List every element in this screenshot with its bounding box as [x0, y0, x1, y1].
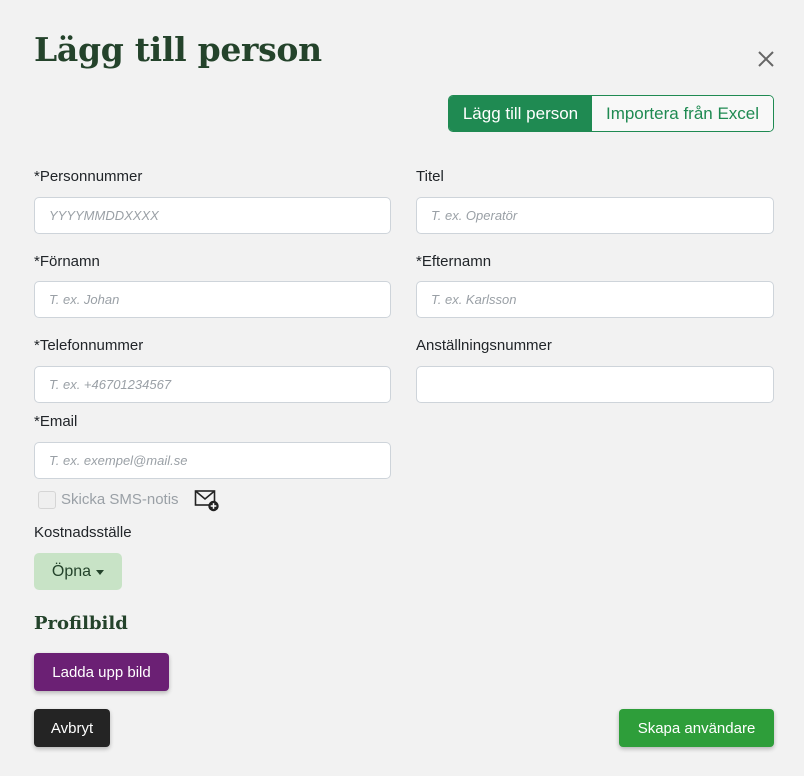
sms-notify-label: Skicka SMS-notis [61, 490, 179, 508]
personnummer-label: *Personnummer [34, 168, 143, 185]
efternamn-input[interactable] [416, 281, 774, 318]
page-title: Lägg till person [34, 30, 322, 69]
dropdown-label: Öpna [51, 562, 92, 580]
kostnadsstalle-dropdown[interactable]: Öpna [34, 553, 122, 590]
personnummer-input[interactable] [34, 197, 391, 234]
create-user-button[interactable]: Skapa användare [619, 709, 774, 747]
fornamn-input[interactable] [34, 281, 391, 318]
anstallningsnummer-input[interactable] [416, 366, 774, 403]
mode-toggle: Lägg till person Importera från Excel [448, 95, 774, 132]
titel-input[interactable] [416, 197, 774, 234]
telefon-label: *Telefonnummer [34, 337, 144, 354]
upload-image-button[interactable]: Ladda upp bild [34, 653, 169, 691]
cancel-button[interactable]: Avbryt [34, 709, 110, 747]
telefon-input[interactable] [34, 366, 391, 403]
mail-plus-icon[interactable] [194, 489, 220, 513]
fornamn-label: *Förnamn [34, 253, 100, 270]
efternamn-label: *Efternamn [416, 253, 492, 270]
anstallningsnummer-label: Anställningsnummer [416, 337, 552, 354]
sms-notify-row: Skicka SMS-notis [38, 489, 179, 509]
kostnadsstalle-label: Kostnadsställe [34, 524, 132, 541]
email-label: *Email [34, 413, 78, 430]
sms-notify-checkbox[interactable] [38, 491, 56, 509]
titel-label: Titel [416, 168, 444, 185]
tab-add-person[interactable]: Lägg till person [449, 96, 592, 131]
profile-heading: Profilbild [34, 613, 128, 634]
tab-import-excel[interactable]: Importera från Excel [592, 96, 773, 131]
email-input[interactable] [34, 442, 391, 479]
close-icon[interactable] [752, 45, 780, 73]
chevron-down-icon [96, 570, 105, 575]
